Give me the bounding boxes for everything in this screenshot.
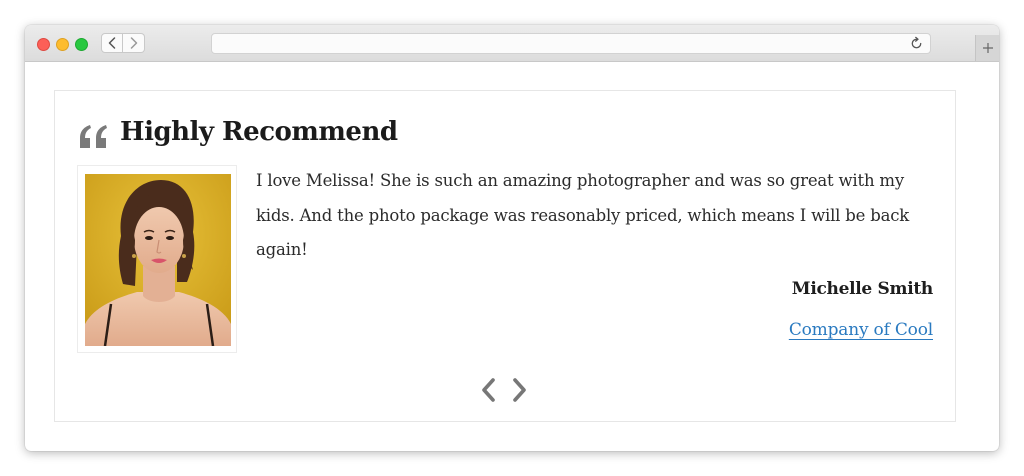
plus-icon (983, 43, 993, 53)
author-photo (85, 174, 231, 346)
back-button[interactable] (101, 33, 123, 53)
chevron-right-icon (130, 37, 137, 49)
chevron-left-icon (108, 37, 116, 49)
browser-window: Highly Recommend I love Melissa! She is … (25, 25, 999, 451)
new-tab-button[interactable] (975, 35, 999, 61)
chevron-right-icon[interactable] (511, 377, 529, 403)
forward-button[interactable] (123, 33, 145, 53)
author-name: Michelle Smith (791, 279, 934, 299)
maximize-window-button[interactable] (75, 38, 88, 51)
reload-icon[interactable] (909, 36, 924, 51)
testimonial-card: Highly Recommend I love Melissa! She is … (54, 90, 956, 422)
address-bar[interactable] (211, 33, 931, 54)
author-photo-frame (77, 165, 237, 353)
browser-titlebar (25, 25, 999, 62)
close-window-button[interactable] (37, 38, 50, 51)
portrait-illustration (85, 174, 231, 346)
minimize-window-button[interactable] (56, 38, 69, 51)
chevron-left-icon[interactable] (479, 377, 497, 403)
company-link[interactable]: Company of Cool (789, 320, 933, 340)
testimonial-text: I love Melissa! She is such an amazing p… (256, 171, 910, 259)
quote-icon (80, 125, 107, 148)
testimonial-heading: Highly Recommend (120, 117, 398, 147)
